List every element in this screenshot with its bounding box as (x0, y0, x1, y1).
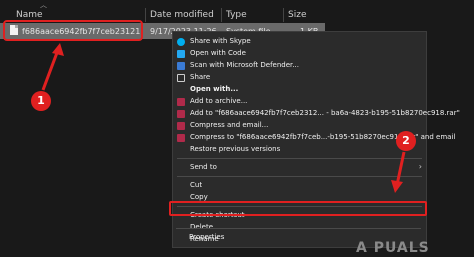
column-name[interactable]: Name (16, 10, 43, 20)
column-divider (145, 8, 146, 22)
menu-separator (177, 176, 422, 177)
column-divider (283, 8, 284, 22)
menu-label: Compress and email... (190, 121, 269, 129)
column-date-modified[interactable]: Date modified (150, 10, 214, 20)
menu-compress-email[interactable]: Compress and email... (173, 120, 426, 132)
menu-label: Properties (189, 233, 225, 241)
arrow-head-step-1 (52, 43, 64, 56)
shield-icon (177, 62, 185, 70)
winrar-icon (177, 110, 185, 118)
share-icon (177, 74, 185, 82)
menu-label: Scan with Microsoft Defender... (190, 61, 299, 69)
highlight-box-delete (169, 201, 427, 216)
menu-add-archive[interactable]: Add to archive... (173, 96, 426, 108)
menu-label: Copy (190, 193, 208, 201)
step-badge-1: 1 (31, 91, 51, 111)
chevron-up-icon[interactable]: ︿ (40, 0, 47, 10)
menu-label: Share (190, 73, 211, 81)
menu-scan-defender[interactable]: Scan with Microsoft Defender... (173, 60, 426, 72)
winrar-icon (177, 122, 185, 130)
column-type[interactable]: Type (226, 10, 247, 20)
menu-share-skype[interactable]: Share with Skype (173, 36, 426, 48)
menu-share[interactable]: Share (173, 72, 426, 84)
winrar-icon (177, 134, 185, 142)
winrar-icon (177, 98, 185, 106)
chevron-right-icon: › (418, 162, 422, 171)
menu-send-to[interactable]: Send to › (173, 162, 426, 174)
menu-cut[interactable]: Cut (173, 180, 426, 192)
menu-compress-rar-email[interactable]: Compress to "f686aace6942fb7f7ceb...-b19… (173, 132, 455, 144)
menu-label: Delete (190, 223, 213, 231)
menu-separator (177, 158, 422, 159)
menu-restore[interactable]: Restore previous versions (173, 144, 426, 156)
arrow-step-1 (41, 49, 60, 91)
menu-open-code[interactable]: Open with Code (173, 48, 426, 60)
menu-label: Open with Code (190, 49, 246, 57)
column-size[interactable]: Size (288, 10, 306, 20)
column-divider (221, 8, 222, 22)
menu-label: Share with Skype (190, 37, 251, 45)
menu-label: Restore previous versions (190, 145, 281, 153)
skype-icon (177, 38, 185, 46)
column-header-bar: ︿ Name Date modified Type Size (0, 0, 474, 22)
vscode-icon (177, 50, 185, 58)
menu-label: Open with... (190, 85, 239, 93)
menu-label: Cut (190, 181, 203, 189)
menu-label: Add to "f686aace6942fb7f7ceb2312... - ba… (190, 109, 460, 117)
menu-add-to-rar[interactable]: Add to "f686aace6942fb7f7ceb2312... - ba… (173, 108, 460, 120)
menu-label: Add to archive... (190, 97, 248, 105)
menu-open-with[interactable]: Open with... (173, 84, 426, 96)
menu-label: Send to (190, 163, 217, 171)
step-badge-2: 2 (396, 131, 416, 151)
menu-separator (176, 228, 421, 229)
watermark-logo: A PUALS (356, 240, 430, 256)
highlight-box-file (3, 20, 143, 41)
